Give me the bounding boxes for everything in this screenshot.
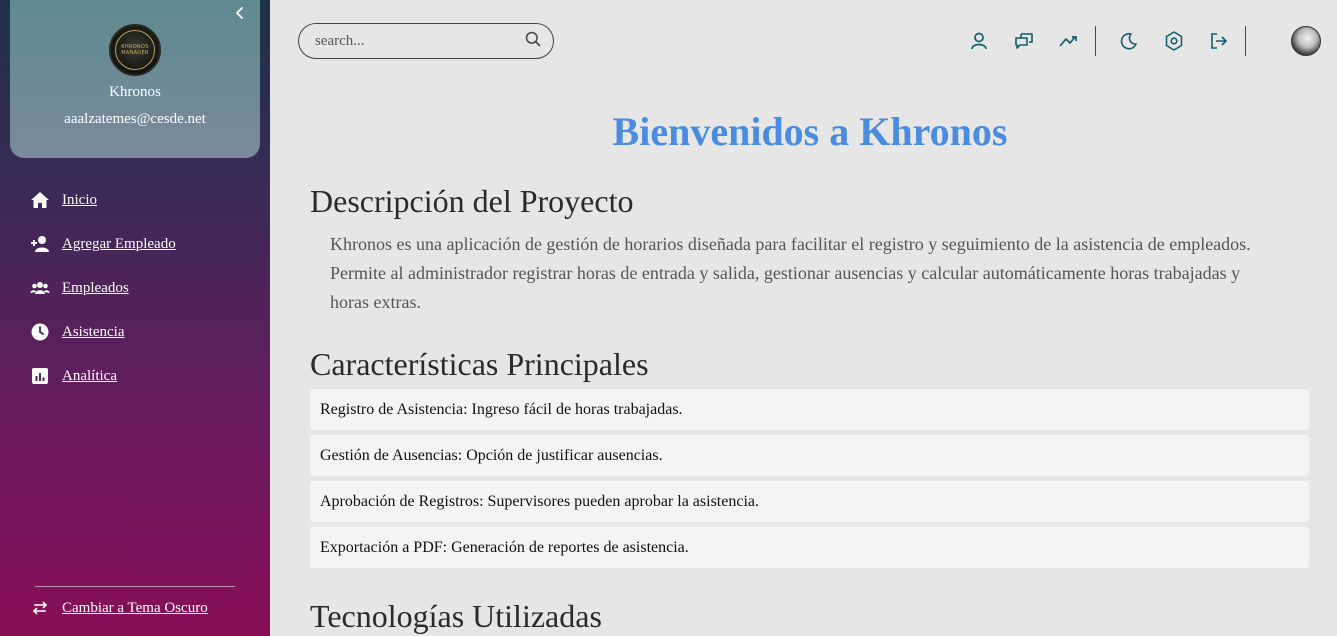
sidebar-item-agregar-empleado[interactable]: Agregar Empleado: [0, 222, 270, 266]
description-heading: Descripción del Proyecto: [310, 183, 634, 219]
user-icon[interactable]: [960, 25, 998, 57]
moon-icon[interactable]: [1110, 25, 1148, 57]
profile-card: KHRONOS MANAGER Khronos aaalzatemes@cesd…: [10, 0, 260, 158]
header-actions: [960, 25, 1260, 57]
features-heading: Características Principales: [310, 346, 649, 382]
sidebar-item-label[interactable]: Inicio: [62, 192, 97, 209]
sidebar-item-inicio[interactable]: Inicio: [0, 178, 270, 222]
logo-text-line-2: MANAGER: [121, 50, 149, 56]
description-text: Khronos es una aplicación de gestión de …: [330, 234, 1251, 312]
search-input[interactable]: [315, 32, 525, 50]
sidebar-item-analitica[interactable]: Analítica: [0, 354, 270, 398]
search-icon[interactable]: [525, 31, 541, 52]
swap-arrows-icon: [30, 598, 50, 618]
home-icon: [30, 190, 50, 210]
sidebar-item-label[interactable]: Asistencia: [62, 324, 124, 341]
sidebar-item-empleados[interactable]: Empleados: [0, 266, 270, 310]
list-item: Registro de Asistencia: Ingreso fácil de…: [310, 389, 1309, 430]
settings-icon[interactable]: [1155, 25, 1193, 57]
app-logo: KHRONOS MANAGER: [109, 24, 161, 76]
sidebar-item-label[interactable]: Analítica: [62, 368, 117, 385]
avatar[interactable]: [1291, 26, 1321, 56]
clock-icon: [30, 322, 50, 342]
list-item: Gestión de Ausencias: Opción de justific…: [310, 435, 1309, 476]
sidebar: KHRONOS MANAGER Khronos aaalzatemes@cesd…: [0, 0, 270, 636]
sidebar-nav: Inicio Agregar Empleado Empleados Asiste…: [0, 178, 270, 398]
list-item: Exportación a PDF: Generación de reporte…: [310, 527, 1309, 568]
theme-toggle[interactable]: Cambiar a Tema Oscuro: [30, 598, 208, 618]
sidebar-item-asistencia[interactable]: Asistencia: [0, 310, 270, 354]
header-divider: [1095, 26, 1096, 56]
profile-email: aaalzatemes@cesde.net: [64, 111, 206, 127]
users-icon: [30, 278, 50, 298]
features-list: Registro de Asistencia: Ingreso fácil de…: [310, 389, 1309, 573]
search-bar: [298, 23, 554, 59]
theme-toggle-label[interactable]: Cambiar a Tema Oscuro: [62, 600, 208, 617]
tech-heading: Tecnologías Utilizadas: [310, 598, 602, 634]
trend-icon[interactable]: [1050, 25, 1088, 57]
sidebar-item-label[interactable]: Empleados: [62, 280, 129, 297]
sidebar-divider: [35, 586, 235, 587]
messages-icon[interactable]: [1005, 25, 1043, 57]
list-item: Aprobación de Registros: Supervisores pu…: [310, 481, 1309, 522]
logout-icon[interactable]: [1200, 25, 1238, 57]
chevron-left-icon[interactable]: [232, 5, 248, 21]
page-title: Bienvenidos a Khronos: [612, 109, 1008, 154]
user-plus-icon: [30, 234, 50, 254]
sidebar-item-label[interactable]: Agregar Empleado: [62, 236, 176, 253]
profile-name: Khronos: [109, 84, 161, 100]
header-divider: [1245, 26, 1246, 56]
chart-icon: [30, 366, 50, 386]
